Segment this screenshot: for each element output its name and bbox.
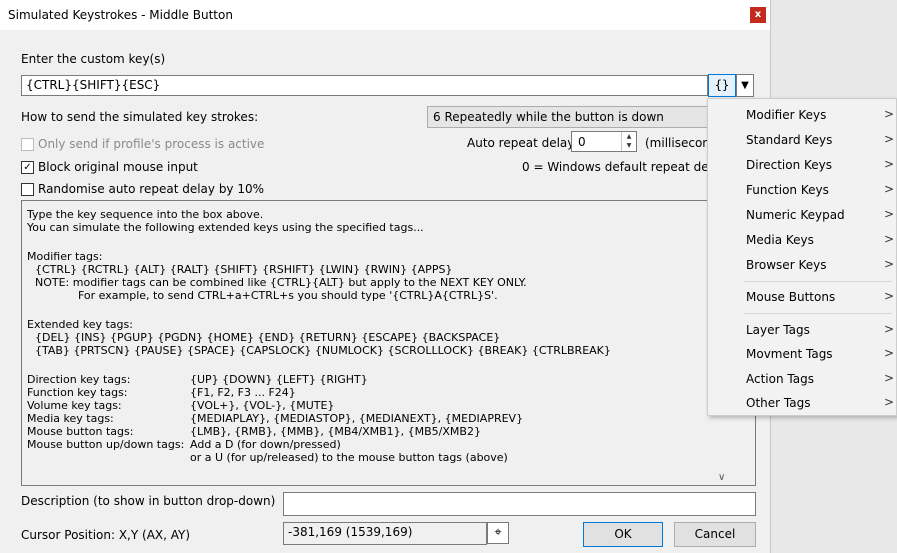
help-line: For example, to send CTRL+a+CTRL+s you s… bbox=[78, 289, 498, 302]
submenu-arrow-icon: > bbox=[884, 232, 895, 246]
send-method-select[interactable]: 6 Repeatedly while the button is down bbox=[427, 106, 717, 128]
menu-item-label: Media Keys bbox=[746, 233, 814, 247]
help-line: Type the key sequence into the box above… bbox=[27, 208, 264, 221]
tag-context-menu: Modifier Keys > Standard Keys > Directio… bbox=[707, 98, 897, 416]
submenu-arrow-icon: > bbox=[884, 207, 895, 221]
tag-row-label: Media key tags: bbox=[27, 412, 114, 425]
spinner-arrows[interactable]: ▲ ▼ bbox=[621, 132, 636, 151]
submenu-arrow-icon: > bbox=[884, 132, 895, 146]
submenu-arrow-icon: > bbox=[884, 182, 895, 196]
menu-separator bbox=[744, 281, 892, 282]
auto-repeat-spinner[interactable]: 0 ▲ ▼ bbox=[571, 131, 637, 152]
title-bar: Simulated Keystrokes - Middle Button x bbox=[0, 0, 770, 30]
custom-key-label: Enter the custom key(s) bbox=[21, 52, 166, 66]
cancel-button[interactable]: Cancel bbox=[674, 522, 756, 547]
spin-up-icon[interactable]: ▲ bbox=[622, 132, 636, 141]
block-input-label: Block original mouse input bbox=[38, 160, 198, 174]
menu-item-mouse-buttons[interactable]: Mouse Buttons > bbox=[708, 286, 896, 310]
ok-button[interactable]: OK bbox=[583, 522, 663, 547]
insert-tag-button[interactable]: {} bbox=[708, 74, 736, 97]
menu-item-other-tags[interactable]: Other Tags > bbox=[708, 392, 896, 416]
simulated-keystrokes-dialog: Simulated Keystrokes - Middle Button x E… bbox=[0, 0, 771, 553]
menu-item-function-keys[interactable]: Function Keys > bbox=[708, 179, 896, 203]
block-input-checkbox-row[interactable]: ✓ Block original mouse input bbox=[21, 160, 198, 174]
menu-item-label: Mouse Buttons bbox=[746, 290, 836, 304]
submenu-arrow-icon: > bbox=[884, 371, 895, 385]
menu-item-label: Browser Keys bbox=[746, 258, 827, 272]
menu-item-label: Numeric Keypad bbox=[746, 208, 845, 222]
randomise-checkbox[interactable] bbox=[21, 182, 34, 196]
randomise-checkbox-row[interactable]: Randomise auto repeat delay by 10% bbox=[21, 182, 264, 196]
menu-item-label: Movment Tags bbox=[746, 347, 833, 361]
tag-row-value: {F1, F2, F3 ... F24} bbox=[190, 386, 296, 399]
help-last-line: or a U (for up/released) to the mouse bu… bbox=[190, 451, 508, 464]
submenu-arrow-icon: > bbox=[884, 107, 895, 121]
help-line: NOTE: modifier tags can be combined like… bbox=[35, 276, 527, 289]
menu-item-modifier-keys[interactable]: Modifier Keys > bbox=[708, 104, 896, 128]
close-button[interactable]: x bbox=[750, 7, 766, 23]
help-line: You can simulate the following extended … bbox=[27, 221, 424, 234]
repeat-delay-note: 0 = Windows default repeat delay bbox=[522, 160, 727, 174]
tag-row-value: {UP} {DOWN} {LEFT} {RIGHT} bbox=[190, 373, 368, 386]
tag-row-label: Function key tags: bbox=[27, 386, 128, 399]
menu-item-standard-keys[interactable]: Standard Keys > bbox=[708, 129, 896, 153]
block-input-checkbox[interactable]: ✓ bbox=[21, 160, 34, 174]
tag-row-value: {VOL+}, {VOL-}, {MUTE} bbox=[190, 399, 335, 412]
menu-item-direction-keys[interactable]: Direction Keys > bbox=[708, 154, 896, 178]
menu-item-label: Modifier Keys bbox=[746, 108, 827, 122]
tag-row-label: Volume key tags: bbox=[27, 399, 122, 412]
only-send-checkbox-row[interactable]: Only send if profile's process is active bbox=[21, 137, 264, 151]
menu-item-numeric-keypad[interactable]: Numeric Keypad > bbox=[708, 204, 896, 228]
menu-item-movment-tags[interactable]: Movment Tags > bbox=[708, 343, 896, 367]
cursor-position-label: Cursor Position: X,Y (AX, AY) bbox=[21, 528, 191, 542]
tag-dropdown-arrow-icon[interactable]: ▼ bbox=[736, 74, 754, 97]
submenu-arrow-icon: > bbox=[884, 157, 895, 171]
custom-key-input[interactable]: {CTRL}{SHIFT}{ESC} bbox=[21, 75, 708, 96]
scroll-down-icon[interactable]: ∨ bbox=[718, 472, 725, 483]
randomise-label: Randomise auto repeat delay by 10% bbox=[38, 182, 265, 196]
tag-row-value: Add a D (for down/pressed) bbox=[190, 438, 341, 451]
submenu-arrow-icon: > bbox=[884, 395, 895, 409]
submenu-arrow-icon: > bbox=[884, 322, 895, 336]
cursor-position-field: -381,169 (1539,169) bbox=[283, 522, 487, 545]
help-line: Extended key tags: bbox=[27, 318, 133, 331]
menu-item-media-keys[interactable]: Media Keys > bbox=[708, 229, 896, 253]
menu-item-label: Function Keys bbox=[746, 183, 829, 197]
window-title: Simulated Keystrokes - Middle Button bbox=[8, 8, 233, 22]
description-input[interactable] bbox=[283, 492, 756, 516]
menu-item-layer-tags[interactable]: Layer Tags > bbox=[708, 319, 896, 343]
submenu-arrow-icon: > bbox=[884, 257, 895, 271]
only-send-checkbox[interactable] bbox=[21, 137, 34, 151]
tag-row-value: {LMB}, {RMB}, {MMB}, {MB4/XMB1}, {MB5/XM… bbox=[190, 425, 481, 438]
menu-item-action-tags[interactable]: Action Tags > bbox=[708, 368, 896, 392]
tag-row-value: {MEDIAPLAY}, {MEDIASTOP}, {MEDIANEXT}, {… bbox=[190, 412, 524, 425]
tag-row-label: Mouse button tags: bbox=[27, 425, 134, 438]
tag-row-label: Mouse button up/down tags: bbox=[27, 438, 185, 451]
menu-item-browser-keys[interactable]: Browser Keys > bbox=[708, 254, 896, 278]
menu-item-label: Action Tags bbox=[746, 372, 814, 386]
spin-down-icon[interactable]: ▼ bbox=[622, 141, 636, 150]
tag-row-label: Direction key tags: bbox=[27, 373, 131, 386]
description-label: Description (to show in button drop-down… bbox=[21, 494, 276, 508]
auto-repeat-value: 0 bbox=[578, 135, 586, 149]
auto-repeat-label: Auto repeat delay bbox=[467, 136, 575, 150]
menu-item-label: Layer Tags bbox=[746, 323, 810, 337]
submenu-arrow-icon: > bbox=[884, 346, 895, 360]
crosshair-icon[interactable]: ⌖ bbox=[487, 522, 509, 544]
send-method-label: How to send the simulated key strokes: bbox=[21, 110, 259, 124]
help-line: {DEL} {INS} {PGUP} {PGDN} {HOME} {END} {… bbox=[35, 331, 501, 344]
menu-item-label: Standard Keys bbox=[746, 133, 833, 147]
help-text-box[interactable]: Type the key sequence into the box above… bbox=[21, 200, 756, 486]
only-send-label: Only send if profile's process is active bbox=[38, 137, 265, 151]
submenu-arrow-icon: > bbox=[884, 289, 895, 303]
menu-separator bbox=[744, 313, 892, 314]
help-line: Modifier tags: bbox=[27, 250, 103, 263]
menu-item-label: Direction Keys bbox=[746, 158, 833, 172]
help-line: {CTRL} {RCTRL} {ALT} {RALT} {SHIFT} {RSH… bbox=[35, 263, 453, 276]
menu-item-label: Other Tags bbox=[746, 396, 811, 410]
help-line: {TAB} {PRTSCN} {PAUSE} {SPACE} {CAPSLOCK… bbox=[35, 344, 611, 357]
